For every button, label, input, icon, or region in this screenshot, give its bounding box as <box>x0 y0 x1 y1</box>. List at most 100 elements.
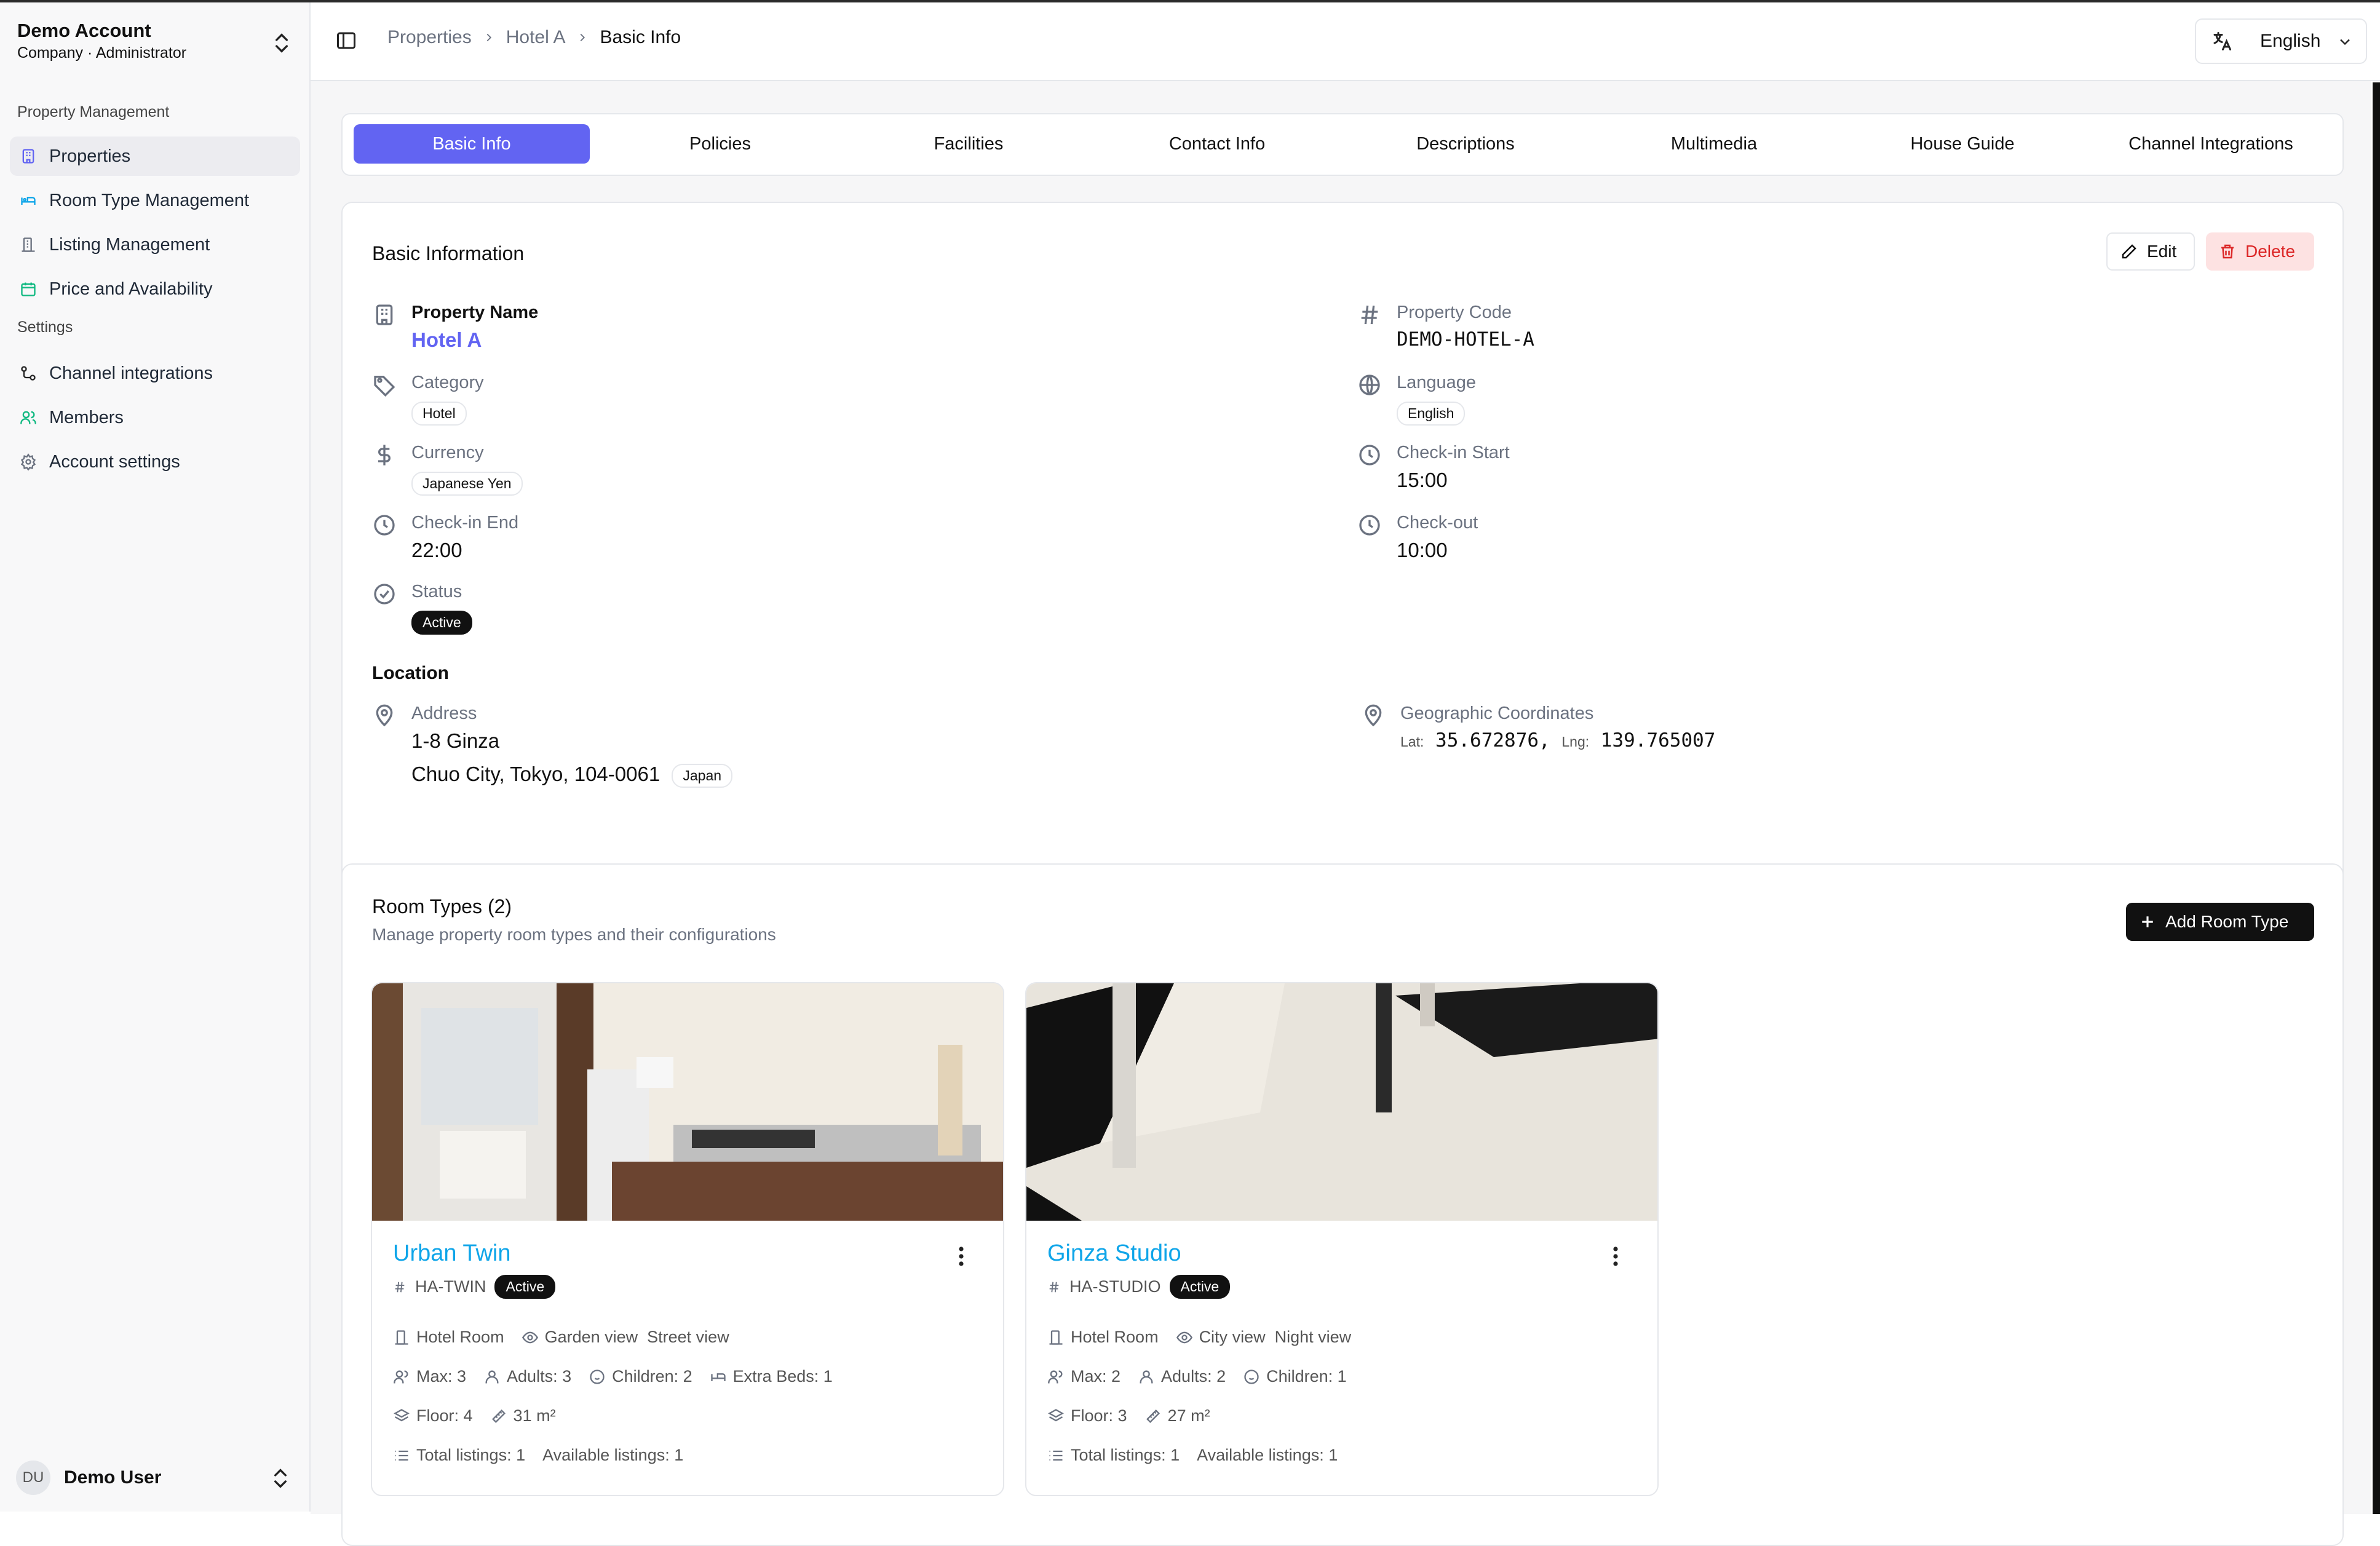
room-children: Children: 2 <box>612 1367 692 1385</box>
address-line1: 1-8 Ginza <box>411 729 500 752</box>
integration-icon <box>18 363 38 383</box>
bed-icon <box>711 1373 726 1381</box>
coords-label: Geographic Coordinates <box>1400 704 1594 723</box>
gear-icon <box>18 452 38 472</box>
sidebar-item-members[interactable]: Members <box>10 398 300 437</box>
clock-icon <box>1359 445 1380 466</box>
room-floor-row: Floor: 4 31 m² <box>393 1406 556 1425</box>
add-room-type-label: Add Room Type <box>2165 912 2289 931</box>
avatar: DU <box>16 1461 50 1495</box>
main-content: Basic Info Policies Facilities Contact I… <box>311 81 2371 1546</box>
status-badge: Active <box>411 611 472 635</box>
more-vertical-icon[interactable] <box>954 1245 969 1267</box>
checkout-value: 10:00 <box>1397 539 1448 561</box>
language-selector[interactable]: English <box>2195 18 2367 64</box>
trash-icon <box>2221 244 2234 259</box>
lng-value: 139.765007 <box>1600 729 1716 751</box>
room-card-ginza-studio[interactable]: Ginza Studio HA-STUDIO Active Hotel Room… <box>1025 982 1659 1496</box>
language-badge: English <box>1397 402 1466 426</box>
scrollbar[interactable] <box>2373 82 2380 1514</box>
room-total-listings: Total listings: 1 <box>1071 1446 1180 1464</box>
sidebar-item-channel-integrations[interactable]: Channel integrations <box>10 354 300 393</box>
edit-icon <box>2122 244 2136 259</box>
more-vertical-icon[interactable] <box>1608 1245 1623 1267</box>
room-code: HA-TWIN <box>415 1277 486 1296</box>
checkin-start-label: Check-in Start <box>1397 443 1510 462</box>
edit-button[interactable]: Edit <box>2106 232 2195 271</box>
room-max: Max: 2 <box>1071 1367 1121 1385</box>
add-room-type-button[interactable]: Add Room Type <box>2126 903 2314 941</box>
delete-button[interactable]: Delete <box>2206 232 2314 271</box>
sidebar-item-room-types[interactable]: Room Type Management <box>10 181 300 220</box>
tab-descriptions[interactable]: Descriptions <box>1347 124 1584 164</box>
room-photo <box>372 983 1003 1221</box>
chevron-down-icon <box>2340 39 2350 46</box>
basic-info-card: Basic Information Edit Delete Property N… <box>341 202 2344 915</box>
account-switcher[interactable]: Demo Account Company · Administrator <box>17 18 294 68</box>
currency-label: Currency <box>411 443 484 462</box>
room-type-row: Hotel Room Garden view Street view <box>393 1328 729 1347</box>
breadcrumb-basic-info: Basic Info <box>600 27 681 47</box>
delete-label: Delete <box>2245 242 2295 261</box>
category-badge: Hotel <box>411 402 467 426</box>
address-label: Address <box>411 704 477 723</box>
sidebar-item-label: Channel integrations <box>49 363 213 383</box>
map-pin-icon <box>1365 704 1382 727</box>
address-line2: Chuo City, Tokyo, 104-0061 <box>411 763 660 785</box>
property-code-value: DEMO-HOTEL-A <box>1397 328 1534 351</box>
sidebar: Demo Account Company · Administrator Pro… <box>0 2 311 1512</box>
breadcrumb-properties[interactable]: Properties <box>387 27 472 48</box>
lat-label: Lat: <box>1400 734 1424 750</box>
baby-icon <box>590 1369 605 1384</box>
hash-icon <box>395 1282 405 1292</box>
coords-value: Lat: 35.672876, Lng: 139.765007 <box>1400 729 1715 751</box>
room-code-row: HA-STUDIO Active <box>1047 1275 1231 1299</box>
chevron-right-icon <box>565 31 600 44</box>
sidebar-item-listings[interactable]: Listing Management <box>10 225 300 264</box>
room-type: Hotel Room <box>1071 1328 1159 1346</box>
layers-icon <box>394 1408 410 1421</box>
sidebar-item-label: Members <box>49 407 124 427</box>
room-name[interactable]: Urban Twin <box>393 1240 511 1267</box>
room-listings-row: Total listings: 1 Available listings: 1 <box>1047 1446 1338 1465</box>
tab-channel-integrations[interactable]: Channel Integrations <box>2093 124 2329 164</box>
baby-icon <box>1244 1369 1259 1384</box>
user-icon <box>485 1370 499 1383</box>
property-code-label: Property Code <box>1397 303 1512 322</box>
sidebar-item-label: Properties <box>49 146 131 166</box>
user-menu[interactable]: DU Demo User <box>16 1455 293 1500</box>
status-label: Status <box>411 582 462 601</box>
breadcrumb-hotel-a[interactable]: Hotel A <box>506 27 566 48</box>
tab-contact-info[interactable]: Contact Info <box>1099 124 1335 164</box>
room-card-urban-twin[interactable]: Urban Twin HA-TWIN Active Hotel Room Gar… <box>371 982 1004 1496</box>
user-icon <box>1140 1370 1153 1383</box>
dollar-icon <box>378 445 391 466</box>
hash-icon <box>1361 305 1378 325</box>
tab-house-guide[interactable]: House Guide <box>1844 124 2081 164</box>
app-window: Demo Account Company · Administrator Pro… <box>0 0 2380 1546</box>
room-adults: Adults: 3 <box>507 1367 572 1385</box>
room-name[interactable]: Ginza Studio <box>1047 1240 1181 1267</box>
users-icon <box>394 1370 408 1383</box>
sidebar-item-label: Account settings <box>49 451 180 472</box>
breadcrumb: Properties Hotel A Basic Info <box>387 27 681 48</box>
room-available-listings: Available listings: 1 <box>542 1446 684 1464</box>
sidebar-toggle-icon[interactable] <box>335 30 357 52</box>
account-role: Company · Administrator <box>17 44 187 61</box>
users-icon <box>18 408 38 427</box>
status-badge: Active <box>494 1275 556 1299</box>
sidebar-item-price-availability[interactable]: Price and Availability <box>10 269 300 309</box>
room-floor: Floor: 4 <box>416 1406 473 1425</box>
room-adults: Adults: 2 <box>1161 1367 1226 1385</box>
bed-icon <box>18 191 38 210</box>
room-type: Hotel Room <box>416 1328 504 1346</box>
tab-policies[interactable]: Policies <box>602 124 838 164</box>
checkin-end-label: Check-in End <box>411 513 519 533</box>
tab-facilities[interactable]: Facilities <box>851 124 1087 164</box>
tab-multimedia[interactable]: Multimedia <box>1596 124 1832 164</box>
room-extra-beds: Extra Beds: 1 <box>732 1367 833 1385</box>
sidebar-item-properties[interactable]: Properties <box>10 137 300 176</box>
tab-basic-info[interactable]: Basic Info <box>354 124 590 164</box>
sidebar-item-account-settings[interactable]: Account settings <box>10 442 300 482</box>
user-name: Demo User <box>64 1467 162 1488</box>
